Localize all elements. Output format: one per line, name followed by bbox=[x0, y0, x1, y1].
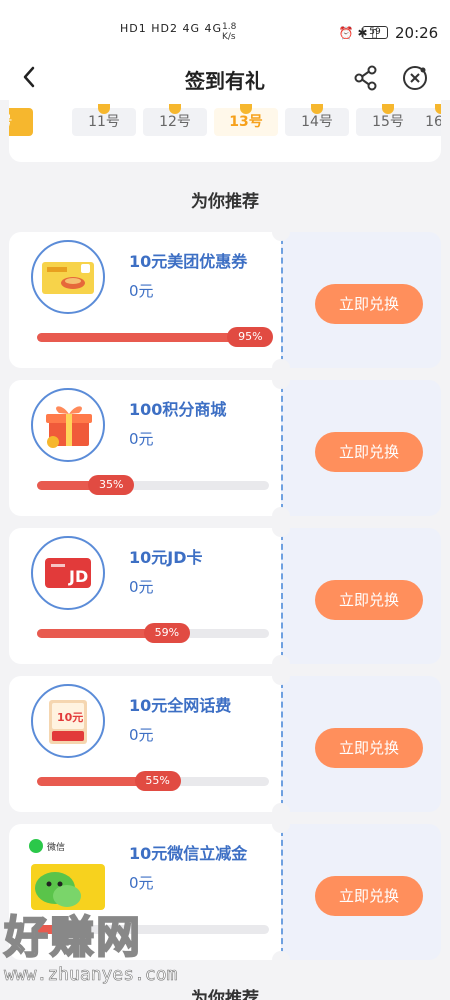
battery-icon: 59 bbox=[362, 26, 388, 39]
day-chip[interactable]: 0号 bbox=[9, 108, 33, 136]
redeem-button[interactable]: 立即兑换 bbox=[315, 876, 423, 916]
day-marker-icon bbox=[98, 104, 110, 114]
status-bar: HD1 HD2 4G 4G 1.8 K/s ⏰ ✱ ▯ 59 20:26 bbox=[0, 0, 450, 56]
watermark: 好赚网 www.zhuanyes.com bbox=[3, 911, 178, 986]
share-icon[interactable] bbox=[352, 64, 380, 92]
product-card: JD 10元JD卡 0元 59% 立即兑换 bbox=[9, 519, 441, 673]
day-marker-icon bbox=[435, 104, 441, 114]
product-card: 100积分商城 0元 35% 立即兑换 bbox=[9, 371, 441, 525]
progress-bar: 35% bbox=[37, 475, 269, 495]
network-icons: HD1 HD2 4G 4G bbox=[120, 22, 223, 35]
progress-bar: 55% bbox=[37, 771, 269, 791]
product-name: 10元JD卡 bbox=[129, 548, 203, 567]
watermark-brand: 好赚网 bbox=[3, 911, 142, 964]
sign-in-day-strip: 0号 11号 12号 13号 14号 15号 16号 bbox=[9, 100, 441, 162]
product-price: 0元 bbox=[129, 282, 154, 300]
day-marker-icon bbox=[240, 104, 252, 114]
product-price: 0元 bbox=[129, 726, 154, 744]
redeem-button[interactable]: 立即兑换 bbox=[315, 580, 423, 620]
redeem-button[interactable]: 立即兑换 bbox=[315, 432, 423, 472]
page-title: 签到有礼 bbox=[185, 69, 265, 93]
progress-label: 55% bbox=[134, 771, 181, 791]
day-chip-current[interactable]: 13号 bbox=[214, 104, 278, 136]
product-name: 10元美团优惠券 bbox=[129, 252, 248, 271]
progress-fill bbox=[37, 333, 258, 342]
progress-label: 35% bbox=[88, 475, 135, 495]
redeem-button[interactable]: 立即兑换 bbox=[315, 284, 423, 324]
day-marker-icon bbox=[382, 104, 394, 114]
redeem-button[interactable]: 立即兑换 bbox=[315, 728, 423, 768]
product-price: 0元 bbox=[129, 874, 154, 892]
jd-card-icon: JD bbox=[31, 536, 105, 610]
svg-text:JD: JD bbox=[68, 567, 88, 586]
status-time: 20:26 bbox=[395, 24, 439, 42]
phone-credit-icon: 10元 bbox=[31, 684, 105, 758]
progress-bar: 95% bbox=[37, 327, 274, 347]
close-icon[interactable] bbox=[401, 64, 429, 92]
product-name: 10元微信立减金 bbox=[129, 844, 248, 863]
svg-text:10元: 10元 bbox=[57, 711, 83, 724]
recommend-title: 为你推荐 bbox=[191, 192, 259, 212]
progress-bar: 59% bbox=[37, 623, 269, 643]
product-name: 10元全网话费 bbox=[129, 696, 232, 715]
recommend-title-bottom: 为你推荐 bbox=[191, 989, 259, 1000]
day-chip[interactable]: 16号 bbox=[409, 104, 441, 136]
product-price: 0元 bbox=[129, 430, 154, 448]
product-card: 10元美团优惠券 0元 95% 立即兑换 bbox=[9, 223, 441, 377]
day-chip[interactable]: 11号 bbox=[72, 104, 136, 136]
network-speed: 1.8 K/s bbox=[222, 22, 237, 42]
gift-box-icon bbox=[31, 388, 105, 462]
product-price: 0元 bbox=[129, 578, 154, 596]
day-chip[interactable]: 12号 bbox=[143, 104, 207, 136]
progress-label: 59% bbox=[143, 623, 190, 643]
progress-label: 95% bbox=[227, 327, 274, 347]
svg-text:微信: 微信 bbox=[47, 841, 65, 853]
product-card: 10元 10元全网话费 0元 55% 立即兑换 bbox=[9, 667, 441, 821]
day-chip[interactable]: 14号 bbox=[285, 104, 349, 136]
nav-bar: 签到有礼 bbox=[0, 56, 450, 100]
watermark-url: www.zhuanyes.com bbox=[4, 964, 178, 986]
product-name: 100积分商城 bbox=[129, 400, 227, 419]
day-marker-icon bbox=[311, 104, 323, 114]
day-marker-icon bbox=[169, 104, 181, 114]
coupon-icon bbox=[31, 240, 105, 314]
